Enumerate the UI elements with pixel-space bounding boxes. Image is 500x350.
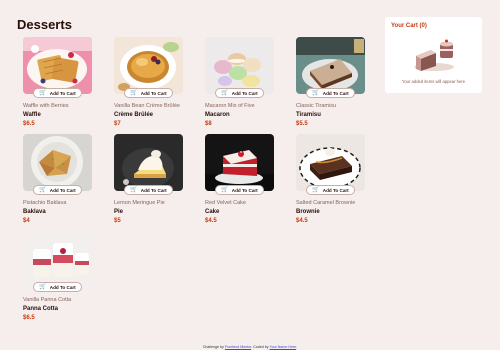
product-card: 🛒 Add To Cart Red Velvet Cake Cake $4.5 [205, 134, 274, 231]
product-category: Lemon Meringue Pie [114, 200, 165, 206]
add-to-cart-icon: 🛒 [221, 187, 229, 193]
author-link[interactable]: Your Name Here [270, 345, 297, 349]
product-price: $4.5 [205, 218, 217, 224]
add-to-cart-label: Add To Cart [322, 187, 349, 193]
product-category: Vanilla Panna Cotta [23, 297, 72, 303]
add-to-cart-icon: 🛒 [39, 284, 47, 290]
product-name: Waffle [23, 112, 41, 118]
add-to-cart-icon: 🛒 [39, 187, 47, 193]
product-card: 🛒 Add To Cart Macaron Mix of Five Macaron $8 [205, 37, 274, 134]
add-to-cart-label: Add To Cart [140, 90, 167, 96]
product-card: 🛒 Add To Cart Vanilla Panna Cotta Panna Cot… [23, 231, 92, 328]
add-to-cart-label: Add To Cart [231, 187, 258, 193]
add-to-cart-button[interactable]: 🛒 Add To Cart [215, 88, 264, 98]
product-card: 🛒 Add To Cart Lemon Meringue Pie Pie $5 [114, 134, 183, 231]
product-image [23, 37, 92, 94]
add-to-cart-label: Add To Cart [49, 187, 76, 193]
product-image [296, 134, 365, 191]
product-image [114, 134, 183, 191]
product-price: $6.5 [23, 315, 35, 321]
product-image [205, 134, 274, 191]
footer-mid: . Coded by [251, 345, 270, 349]
cart-title: Your Cart (0) [391, 23, 427, 29]
add-to-cart-label: Add To Cart [140, 187, 167, 193]
product-image [23, 231, 92, 288]
product-name: Crème Brûlée [114, 112, 154, 118]
add-to-cart-button[interactable]: 🛒 Add To Cart [124, 185, 173, 195]
product-name: Macaron [205, 112, 230, 118]
page-title: Desserts [17, 17, 72, 32]
add-to-cart-icon: 🛒 [130, 187, 138, 193]
product-image [205, 37, 274, 94]
add-to-cart-icon: 🛒 [39, 90, 47, 96]
add-to-cart-icon: 🛒 [221, 90, 229, 96]
product-grid: 🛒 Add To Cart Waffle with Berries Waffle $6.… [23, 37, 365, 328]
empty-cake-icon [411, 36, 457, 74]
product-category: Waffle with Berries [23, 103, 69, 109]
add-to-cart-button[interactable]: 🛒 Add To Cart [33, 185, 82, 195]
add-to-cart-icon: 🛒 [130, 90, 138, 96]
footer-suffix: . [296, 345, 298, 349]
cart-empty-message: Your added items will appear here [401, 79, 466, 84]
product-image [114, 37, 183, 94]
product-price: $5.5 [296, 121, 308, 127]
product-category: Classic Tiramisu [296, 103, 337, 109]
product-image [23, 134, 92, 191]
product-name: Brownie [296, 209, 320, 215]
product-category: Macaron Mix of Five [205, 103, 255, 109]
product-card: 🛒 Add To Cart Vanilla Bean Crème Brûlée Crè… [114, 37, 183, 134]
product-price: $4.5 [296, 218, 308, 224]
product-category: Vanilla Bean Crème Brûlée [114, 103, 180, 109]
product-name: Baklava [23, 209, 46, 215]
product-price: $6.5 [23, 121, 35, 127]
add-to-cart-button[interactable]: 🛒 Add To Cart [33, 88, 82, 98]
product-name: Cake [205, 209, 220, 215]
add-to-cart-label: Add To Cart [322, 90, 349, 96]
add-to-cart-icon: 🛒 [312, 90, 320, 96]
product-price: $7 [114, 121, 121, 127]
add-to-cart-label: Add To Cart [49, 90, 76, 96]
product-image [296, 37, 365, 94]
add-to-cart-button[interactable]: 🛒 Add To Cart [124, 88, 173, 98]
product-card: 🛒 Add To Cart Waffle with Berries Waffle $6.… [23, 37, 92, 134]
footer-attribution: Challenge by Frontend Mentor. Coded by Y… [0, 345, 500, 349]
footer-prefix: Challenge by [202, 345, 225, 349]
product-card: 🛒 Add To Cart Classic Tiramisu Tiramisu $5.5 [296, 37, 365, 134]
product-price: $8 [205, 121, 212, 127]
product-name: Tiramisu [296, 112, 321, 118]
add-to-cart-button[interactable]: 🛒 Add To Cart [306, 88, 355, 98]
product-card: 🛒 Add To Cart Pistachio Baklava Baklava $4 [23, 134, 92, 231]
product-price: $5 [114, 218, 121, 224]
frontend-mentor-link[interactable]: Frontend Mentor [225, 345, 251, 349]
product-name: Panna Cotta [23, 306, 59, 312]
add-to-cart-icon: 🛒 [312, 187, 320, 193]
product-category: Pistachio Baklava [23, 200, 67, 206]
product-category: Salted Caramel Brownie [296, 200, 356, 206]
add-to-cart-button[interactable]: 🛒 Add To Cart [215, 185, 264, 195]
add-to-cart-button[interactable]: 🛒 Add To Cart [33, 282, 82, 292]
product-category: Red Velvet Cake [205, 200, 246, 206]
product-name: Pie [114, 209, 124, 215]
cart-panel: Your Cart (0) Your added items will appe… [385, 17, 482, 93]
add-to-cart-label: Add To Cart [231, 90, 258, 96]
add-to-cart-button[interactable]: 🛒 Add To Cart [306, 185, 355, 195]
product-card: 🛒 Add To Cart Salted Caramel Brownie Browni… [296, 134, 365, 231]
product-price: $4 [23, 218, 30, 224]
add-to-cart-label: Add To Cart [49, 284, 76, 290]
